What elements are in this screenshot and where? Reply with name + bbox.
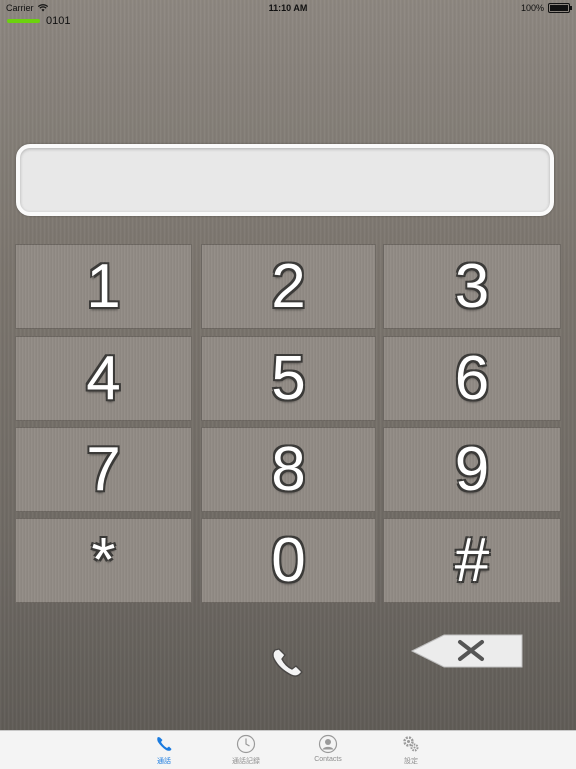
tab-bar: 通話 通話記録 Contacts 設定 [0,730,576,769]
key-label: 1 [86,251,121,321]
contact-icon [318,734,338,754]
key-label: 2 [271,251,306,321]
key-label: 7 [86,434,121,504]
tab-label: 通話 [157,758,171,765]
key-3[interactable]: 3 [383,244,561,329]
call-button[interactable] [264,642,312,682]
key-1[interactable]: 1 [15,244,192,329]
registration-number: 0101 [46,15,71,27]
registration-indicator [7,19,40,23]
keypad: 1 2 3 4 5 6 7 8 9 * 0 # [15,244,561,604]
tab-settings[interactable]: 設定 [381,734,441,768]
key-label: 5 [271,343,306,413]
tab-contacts[interactable]: Contacts [298,734,358,768]
key-hash[interactable]: # [383,518,561,603]
key-9[interactable]: 9 [383,427,561,512]
key-label: 0 [271,525,306,595]
key-label: 4 [86,343,121,413]
battery-icon [548,3,572,13]
key-6[interactable]: 6 [383,336,561,421]
key-7[interactable]: 7 [15,427,192,512]
key-label: 6 [454,343,490,413]
key-4[interactable]: 4 [15,336,192,421]
key-label: 3 [454,251,490,321]
key-label: 8 [271,434,306,504]
tab-label: 通話記録 [232,758,260,765]
number-display[interactable] [16,144,554,216]
registration-status: 0101 [7,15,70,27]
clock-icon [236,734,256,754]
key-5[interactable]: 5 [201,336,376,421]
tab-label: 設定 [404,758,418,765]
status-time: 11:10 AM [268,3,308,13]
phone-icon [272,648,303,677]
key-0[interactable]: 0 [201,518,376,603]
key-2[interactable]: 2 [201,244,376,329]
tab-call[interactable]: 通話 [134,734,194,768]
status-bar: Carrier 11:10 AM 100% [0,0,576,16]
phone-icon [157,737,172,751]
key-label: 9 [454,434,490,504]
delete-button[interactable] [410,634,524,668]
key-star[interactable]: * [15,518,192,603]
key-8[interactable]: 8 [201,427,376,512]
backspace-icon [410,634,523,668]
tab-label: Contacts [314,756,342,763]
key-label: # [454,525,490,595]
tab-call-history[interactable]: 通話記録 [216,734,276,768]
battery-percent: 100% [520,3,544,13]
key-label: * [91,525,116,595]
gear-icon [403,736,419,752]
battery-area: 100% [520,3,572,13]
